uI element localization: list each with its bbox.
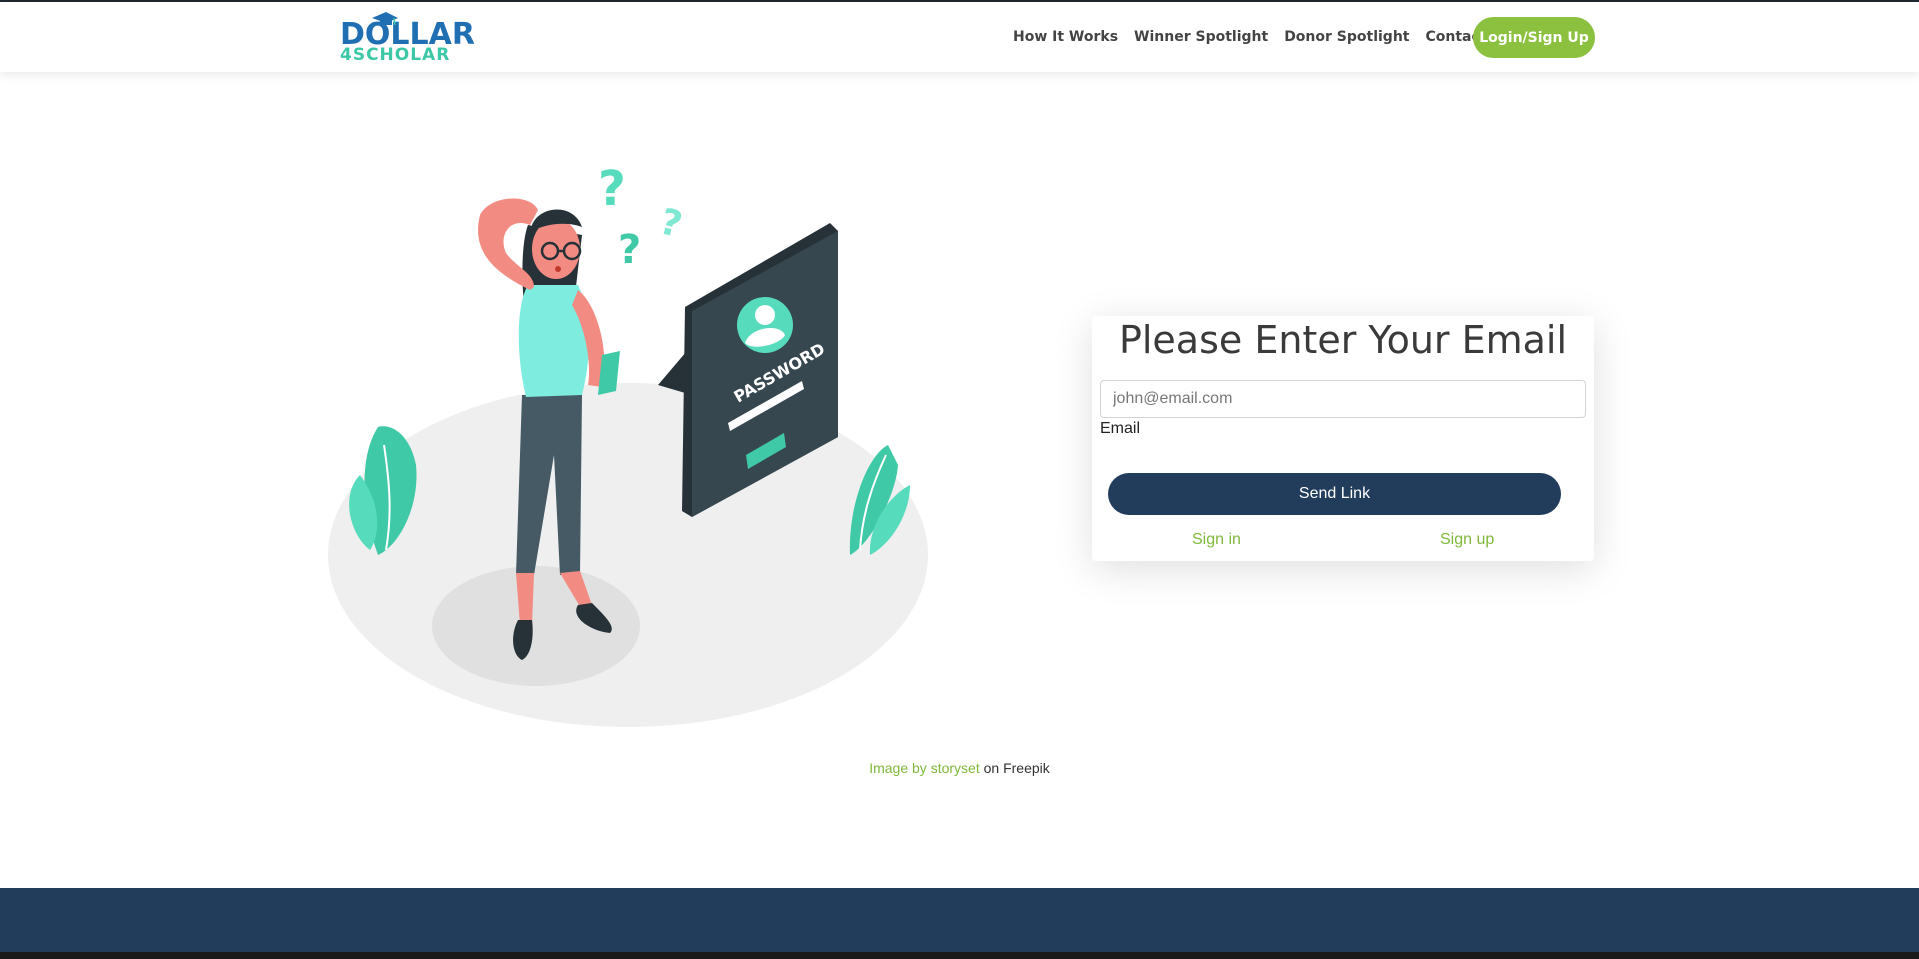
- nav-winner-spotlight[interactable]: Winner Spotlight: [1134, 29, 1268, 45]
- logo-text-secondary: 4SCHOLAR: [340, 45, 451, 65]
- question-mark-icon-1: ?: [598, 161, 626, 217]
- login-signup-button[interactable]: Login/Sign Up: [1473, 17, 1595, 58]
- site-logo[interactable]: DOLLAR 4SCHOLAR: [340, 10, 475, 66]
- email-label: Email: [1100, 420, 1141, 437]
- nav-how-it-works[interactable]: How It Works: [1013, 29, 1118, 45]
- sign-up-link[interactable]: Sign up: [1440, 531, 1494, 549]
- site-header: DOLLAR 4SCHOLAR How It Works Winner Spot…: [0, 2, 1919, 72]
- credit-suffix: on Freepik: [979, 760, 1050, 776]
- forgot-password-illustration: ? ? ? PASSWORD: [328, 161, 928, 727]
- question-mark-icon-2: ?: [618, 227, 641, 273]
- send-link-button[interactable]: Send Link: [1108, 473, 1561, 515]
- form-title: Please Enter Your Email: [1118, 318, 1568, 362]
- main-nav: How It Works Winner Spotlight Donor Spot…: [1013, 16, 1527, 58]
- storyset-link[interactable]: Image by storyset: [869, 760, 980, 776]
- sign-in-link[interactable]: Sign in: [1192, 531, 1241, 549]
- nav-donor-spotlight[interactable]: Donor Spotlight: [1284, 29, 1409, 45]
- graduation-cap-icon: [372, 12, 398, 26]
- reset-email-card: Please Enter Your Email Email Send Link …: [1092, 316, 1594, 561]
- footer-bottom-bar: [0, 952, 1919, 959]
- image-credit: Image by storyset on Freepik: [0, 760, 1919, 776]
- email-input[interactable]: [1100, 380, 1586, 418]
- site-footer: [0, 888, 1919, 959]
- question-mark-icon-3: ?: [655, 201, 686, 246]
